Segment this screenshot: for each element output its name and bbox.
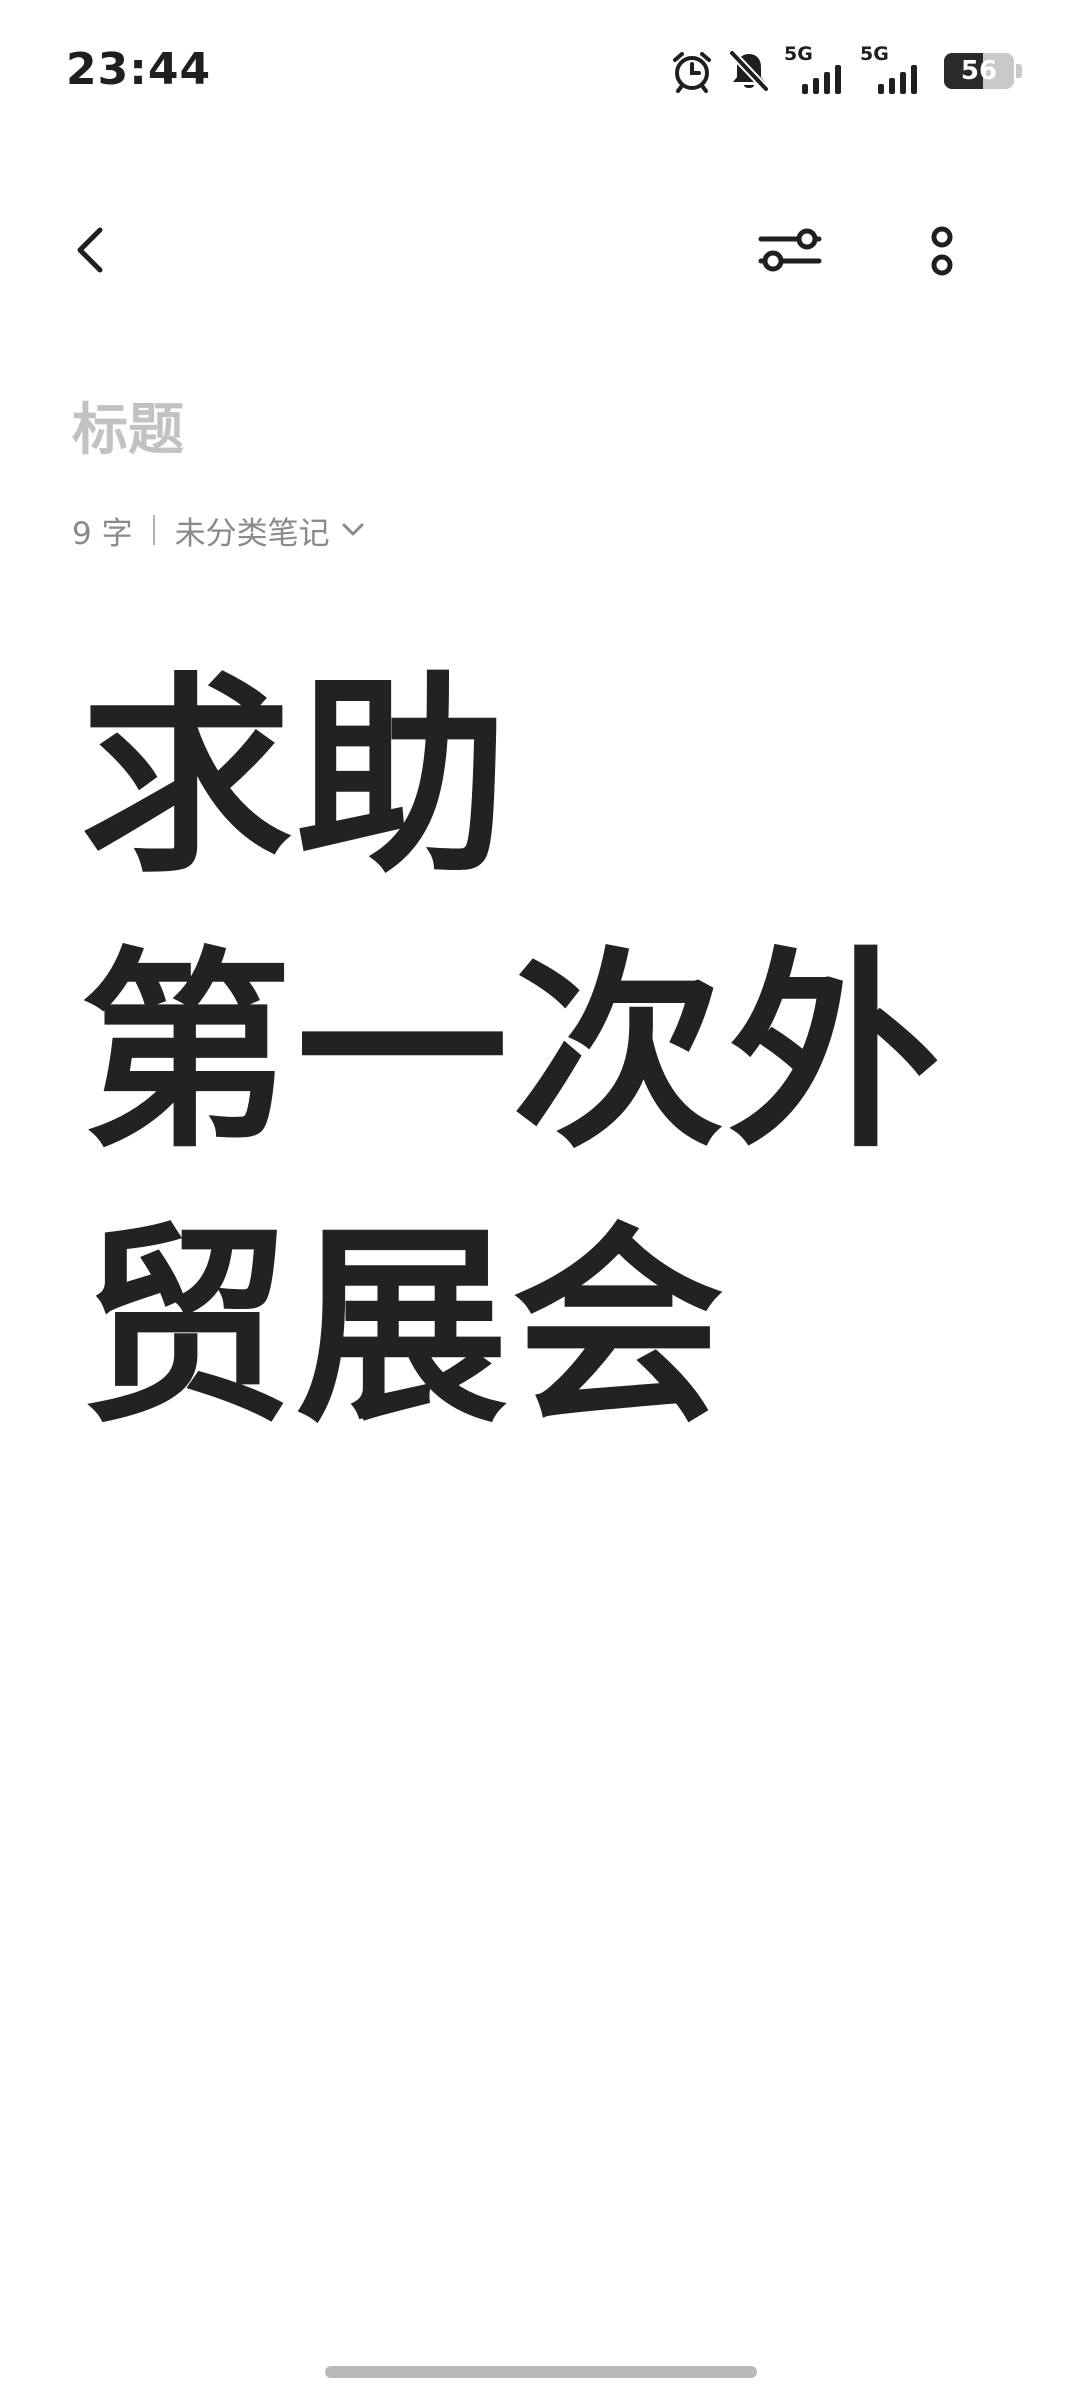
status-time: 23:44 (66, 44, 212, 95)
meta-divider (152, 515, 155, 545)
home-indicator[interactable] (325, 2366, 757, 2378)
note-body-line: 求助 (80, 654, 512, 901)
battery-percent: 56 (960, 56, 998, 86)
signal-sim2-icon: 5G (860, 44, 922, 94)
toolbar (0, 200, 1080, 310)
signal-sim1-label: 5G (784, 43, 813, 65)
chevron-down-icon (342, 523, 364, 536)
category-label: 未分类笔记 (174, 515, 330, 552)
signal-sim1-icon: 5G (784, 44, 846, 94)
battery-icon: 56 (944, 53, 1014, 89)
status-bar: 23:44 5G 5G 56 (0, 0, 1080, 140)
sliders-icon (758, 228, 822, 272)
note-body-editor[interactable]: 求助 第一次外 贸展会 (80, 640, 1020, 1465)
back-button[interactable] (40, 200, 140, 300)
note-body-line: 贸展会 (80, 1204, 728, 1451)
bell-muted-icon (728, 49, 770, 93)
battery-cap (1016, 64, 1022, 78)
note-meta: 9 字 未分类笔记 (72, 505, 366, 555)
alarm-icon (670, 49, 714, 93)
word-count: 9 字 (72, 515, 133, 552)
more-options-button[interactable] (892, 200, 992, 300)
format-button[interactable] (740, 200, 840, 300)
signal-sim2-label: 5G (860, 43, 889, 65)
more-vertical-icon (931, 226, 953, 276)
note-body-line: 第一次外 (80, 929, 944, 1176)
title-input[interactable] (72, 385, 972, 475)
category-selector[interactable]: 未分类笔记 (175, 508, 366, 553)
status-icons: 5G 5G 56 (670, 44, 1022, 96)
chevron-left-icon (77, 227, 103, 273)
